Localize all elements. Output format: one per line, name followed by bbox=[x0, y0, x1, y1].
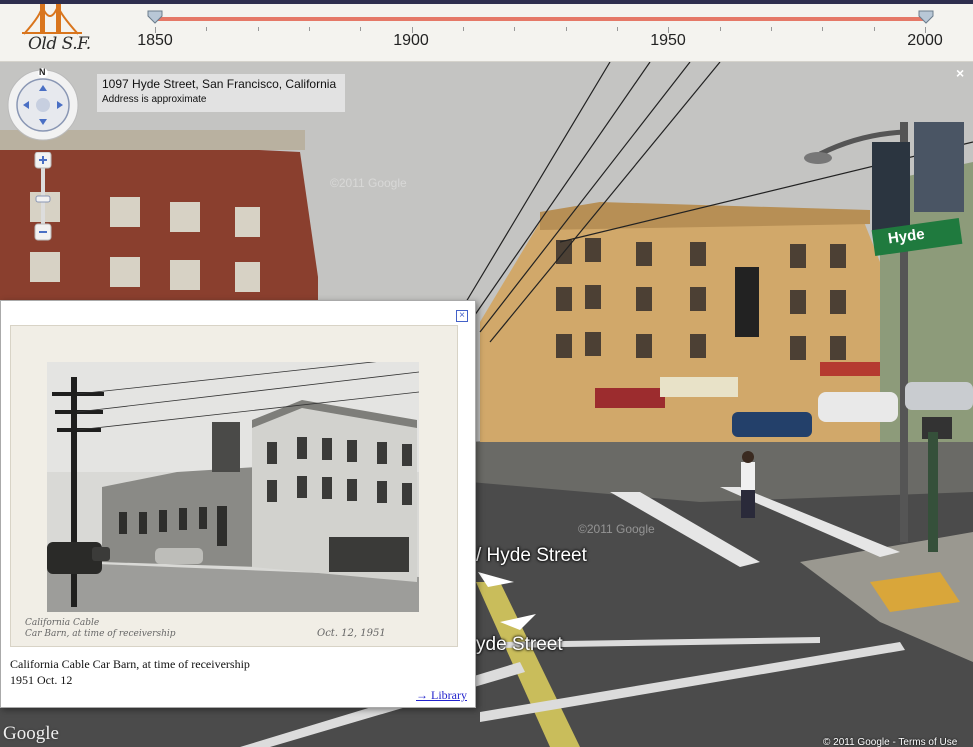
timeline-track[interactable] bbox=[155, 17, 927, 21]
watermark-2: ©2011 Google bbox=[578, 522, 655, 536]
timeline-tick bbox=[873, 27, 875, 31]
navigation-control[interactable]: N bbox=[6, 67, 80, 142]
photo-popup: × California Cable Car Barn, at time of … bbox=[0, 300, 476, 708]
timeline-tick bbox=[360, 27, 362, 31]
year-label-1850: 1850 bbox=[137, 32, 173, 49]
timeline-tick bbox=[206, 27, 208, 31]
zoom-control[interactable] bbox=[34, 152, 52, 244]
header: Old S.F. 1850 1900 1950 2000 bbox=[0, 4, 973, 62]
timeline-tick bbox=[771, 27, 772, 31]
timeline-tick bbox=[309, 27, 310, 31]
popup-close-button[interactable]: × bbox=[456, 310, 468, 322]
timeline-start-handle[interactable] bbox=[147, 10, 163, 24]
close-street-view-button[interactable]: × bbox=[956, 65, 964, 81]
timeline-tick bbox=[257, 27, 259, 31]
compass-north-label: N bbox=[39, 67, 46, 77]
address-box: 1097 Hyde Street, San Francisco, Califor… bbox=[97, 74, 345, 112]
year-label-1900: 1900 bbox=[393, 32, 429, 49]
year-label-2000: 2000 bbox=[907, 32, 943, 49]
caption-date: 1951 Oct. 12 bbox=[10, 673, 73, 687]
library-link[interactable]: → Library bbox=[416, 688, 467, 703]
street-label-upper[interactable]: / Hyde Street bbox=[476, 545, 587, 567]
golden-gate-icon bbox=[22, 4, 82, 35]
photo-caption: California Cable Car Barn, at time of re… bbox=[10, 656, 250, 688]
timeline-tick bbox=[565, 27, 567, 31]
timeline-tick bbox=[822, 27, 824, 31]
watermark: ©2011 Google bbox=[330, 176, 407, 190]
handwritten-date: Oct. 12, 1951 bbox=[317, 628, 386, 639]
address-text: 1097 Hyde Street, San Francisco, Califor… bbox=[102, 77, 337, 91]
year-label-1950: 1950 bbox=[650, 32, 686, 49]
timeline-tick bbox=[514, 27, 516, 31]
copyright-text[interactable]: © 2011 Google - Terms of Use bbox=[823, 737, 957, 747]
timeline-tick bbox=[463, 27, 464, 31]
caption-title: California Cable Car Barn, at time of re… bbox=[10, 657, 250, 671]
historic-photo-card[interactable]: California Cable Car Barn, at time of re… bbox=[10, 325, 458, 647]
timeline-tick bbox=[719, 27, 721, 31]
logo-text: Old S.F. bbox=[28, 34, 91, 54]
logo[interactable]: Old S.F. bbox=[22, 4, 122, 62]
historic-photo bbox=[47, 362, 419, 612]
street-label-lower[interactable]: yde Street bbox=[476, 634, 563, 656]
address-note: Address is approximate bbox=[102, 94, 207, 105]
timeline-end-handle[interactable] bbox=[918, 10, 934, 24]
timeline-tick bbox=[617, 27, 618, 31]
handwritten-note: California Cable Car Barn, at time of re… bbox=[25, 618, 176, 639]
google-logo[interactable]: Google bbox=[3, 723, 59, 745]
